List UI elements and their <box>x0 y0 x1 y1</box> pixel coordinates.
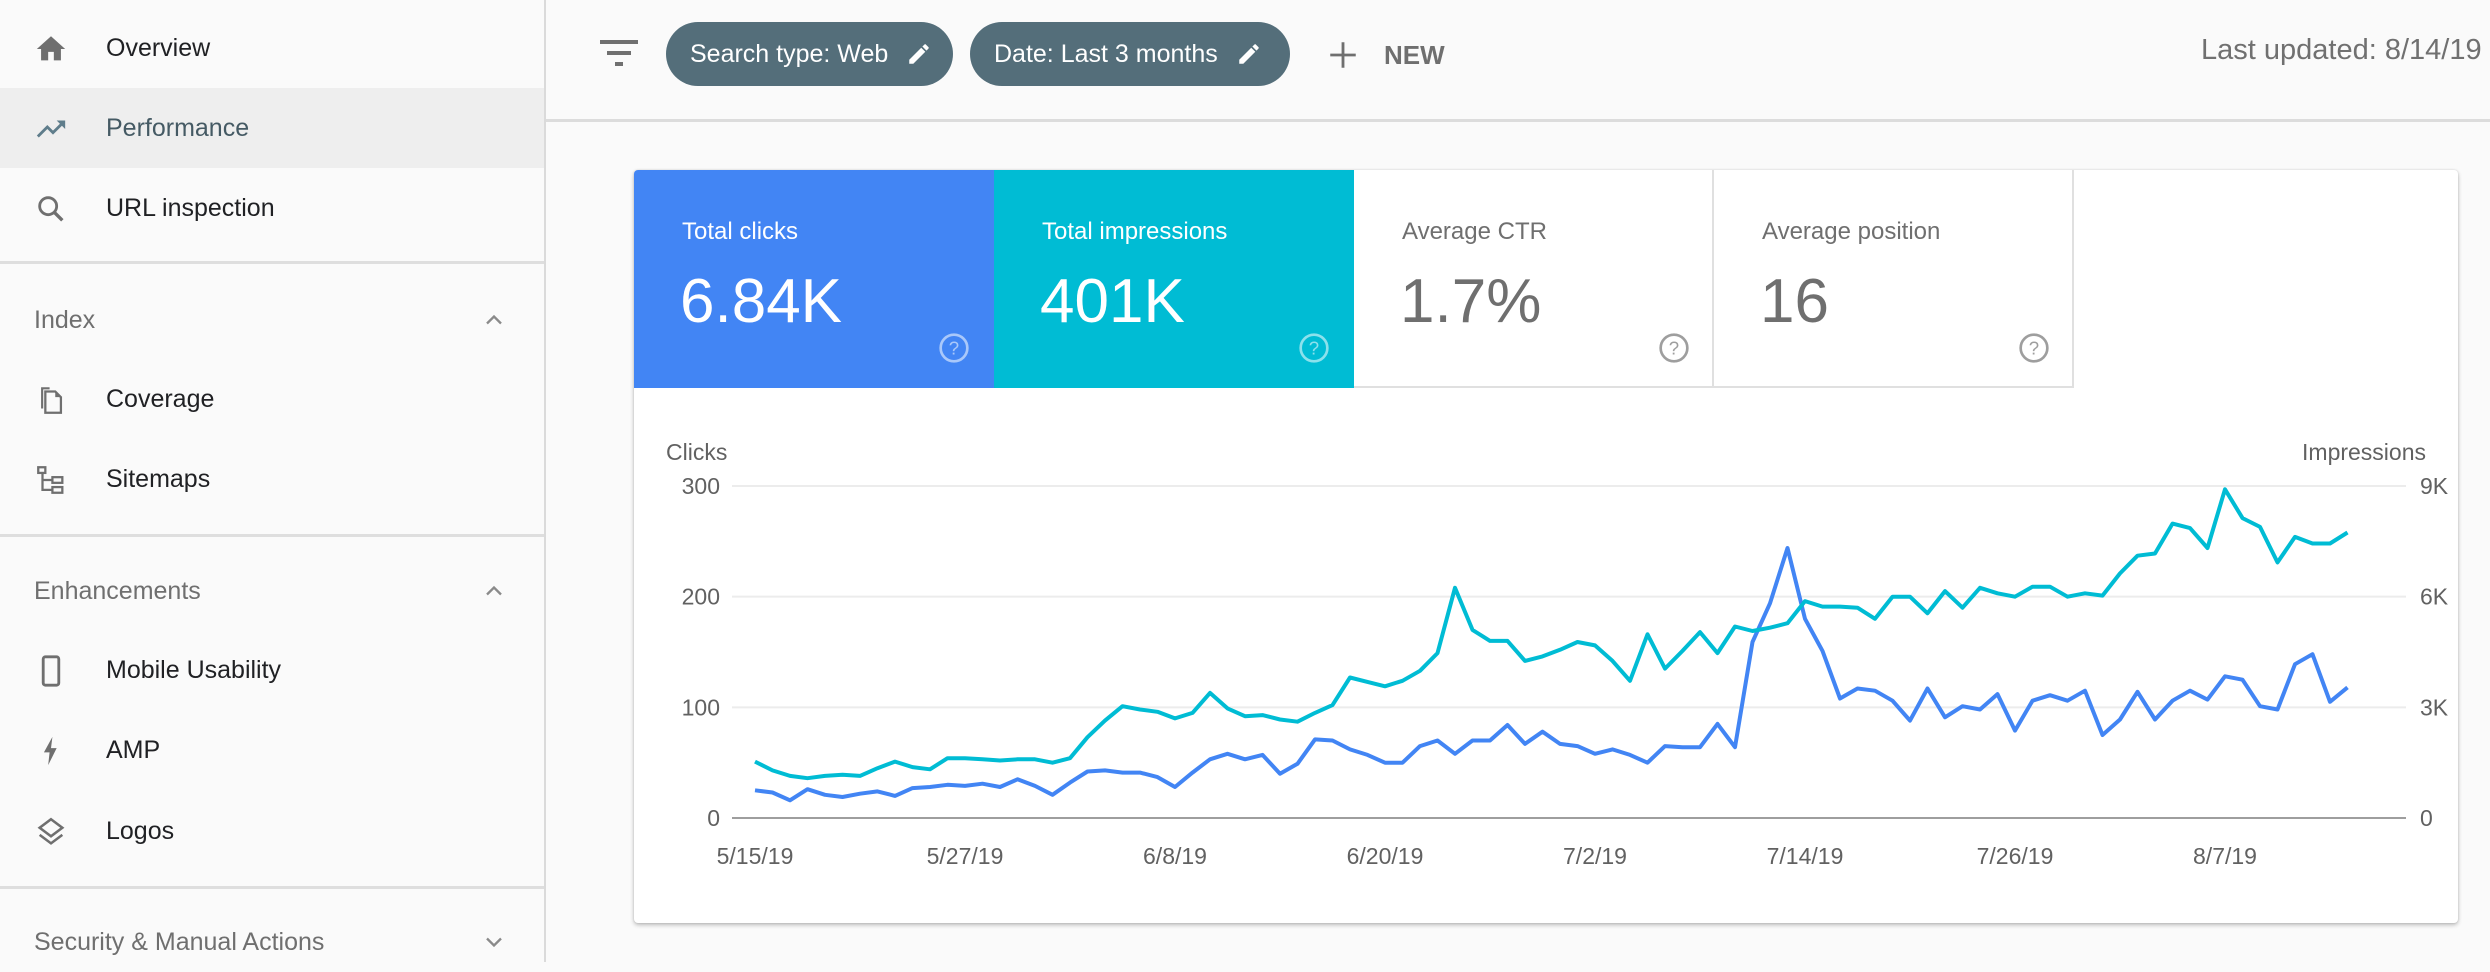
x-tick-label: 5/27/19 <box>927 843 1004 869</box>
filter-chip-label: Search type: Web <box>690 40 888 69</box>
sidebar: Overview Performance URL inspection Inde… <box>0 0 546 962</box>
y-tick-label-left: 100 <box>682 694 720 720</box>
sidebar-item-sitemaps[interactable]: Sitemaps <box>0 439 544 519</box>
x-tick-label: 6/8/19 <box>1143 843 1207 869</box>
sidebar-item-label: Overview <box>106 34 210 63</box>
sitemap-icon <box>34 463 68 497</box>
x-tick-label: 6/20/19 <box>1347 843 1424 869</box>
sidebar-item-label: AMP <box>106 736 160 765</box>
sidebar-item-mobile-usability[interactable]: Mobile Usability <box>0 630 544 710</box>
sidebar-item-overview[interactable]: Overview <box>0 8 544 88</box>
series-line-impressions[interactable] <box>755 489 2348 778</box>
y-tick-label-right: 3K <box>2420 694 2449 720</box>
filter-toolbar: Search type: Web Date: Last 3 months NEW… <box>546 0 2490 122</box>
sidebar-item-label: Coverage <box>106 385 214 414</box>
y-tick-label-left: 200 <box>682 584 720 610</box>
sidebar-item-label: Sitemaps <box>106 465 210 494</box>
sidebar-item-label: Performance <box>106 114 249 143</box>
sidebar-item-logos[interactable]: Logos <box>0 791 544 871</box>
y-tick-label-right: 0 <box>2420 805 2433 831</box>
section-label: Enhancements <box>34 577 201 606</box>
new-filter-label: NEW <box>1384 40 1445 71</box>
sidebar-section-enhancements[interactable]: Enhancements <box>0 561 544 621</box>
performance-card: Total clicks 6.84K ? Total impressions 4… <box>634 170 2458 923</box>
filter-chip-search-type[interactable]: Search type: Web <box>666 22 953 86</box>
x-tick-label: 8/7/19 <box>2193 843 2257 869</box>
file-copy-icon <box>34 383 68 417</box>
sidebar-divider <box>0 886 544 889</box>
y-tick-label-right: 6K <box>2420 584 2449 610</box>
x-tick-label: 7/14/19 <box>1767 843 1844 869</box>
search-icon <box>34 192 68 226</box>
chevron-up-icon <box>480 306 508 334</box>
edit-pencil-icon <box>1236 41 1262 67</box>
y-axis-label-right: Impressions <box>2302 439 2426 465</box>
sidebar-section-security[interactable]: Security & Manual Actions <box>0 912 544 972</box>
filter-chip-label: Date: Last 3 months <box>994 40 1218 69</box>
layers-icon <box>34 815 68 849</box>
sidebar-item-url-inspection[interactable]: URL inspection <box>0 168 544 248</box>
y-tick-label-left: 0 <box>707 805 720 831</box>
sidebar-item-label: Logos <box>106 817 174 846</box>
x-tick-label: 5/15/19 <box>717 843 794 869</box>
bolt-icon <box>34 734 68 768</box>
y-tick-label-right: 9K <box>2420 473 2449 499</box>
sidebar-item-label: Mobile Usability <box>106 656 281 685</box>
chevron-down-icon <box>480 928 508 956</box>
new-filter-button[interactable]: NEW <box>1326 30 1445 80</box>
chevron-up-icon <box>480 577 508 605</box>
y-tick-label-left: 300 <box>682 473 720 499</box>
trending-up-icon <box>34 112 68 146</box>
x-tick-label: 7/2/19 <box>1563 843 1627 869</box>
sidebar-section-index[interactable]: Index <box>0 290 544 350</box>
sidebar-item-label: URL inspection <box>106 194 275 223</box>
sidebar-divider <box>0 534 544 537</box>
edit-pencil-icon <box>906 41 932 67</box>
sidebar-item-coverage[interactable]: Coverage <box>0 359 544 439</box>
last-updated-text: Last updated: 8/14/19 <box>2201 34 2482 67</box>
x-tick-label: 7/26/19 <box>1977 843 2054 869</box>
filter-icon[interactable] <box>600 40 638 68</box>
smartphone-icon <box>34 654 68 688</box>
sidebar-item-performance[interactable]: Performance <box>0 88 544 168</box>
section-label: Index <box>34 306 95 335</box>
sidebar-divider <box>0 261 544 264</box>
home-icon <box>34 32 68 66</box>
section-label: Security & Manual Actions <box>34 928 324 957</box>
y-axis-label-left: Clicks <box>666 439 727 465</box>
performance-chart: Clicks Impressions 0 0 100 3K 200 6K 300 9K 5/1… <box>634 170 2458 923</box>
filter-chip-date[interactable]: Date: Last 3 months <box>970 22 1290 86</box>
sidebar-item-amp[interactable]: AMP <box>0 710 544 790</box>
plus-icon <box>1326 38 1360 72</box>
